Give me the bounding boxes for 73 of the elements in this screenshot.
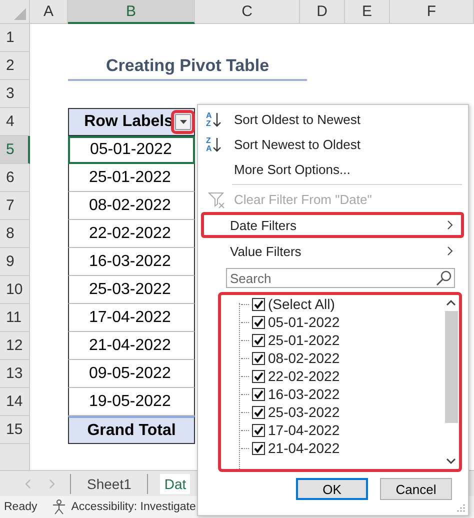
triangle-icon	[14, 8, 26, 20]
checkbox-label[interactable]: (Select All)	[268, 296, 335, 312]
row-header[interactable]: 7	[0, 192, 30, 220]
table-cell: 21-04-2022	[68, 332, 195, 360]
column-header[interactable]: C	[195, 0, 300, 24]
sheet-title: Creating Pivot Table	[68, 53, 308, 81]
column-header[interactable]: D	[300, 0, 345, 24]
row-header[interactable]: 10	[0, 276, 30, 304]
row-header[interactable]: 5	[0, 136, 30, 164]
search-field[interactable]: Search	[226, 268, 455, 288]
column-header[interactable]: E	[345, 0, 390, 24]
checkbox[interactable]	[252, 298, 265, 310]
grand-total-cell: Grand Total	[68, 416, 195, 444]
checkbox[interactable]	[252, 334, 265, 346]
column-label: Row Labels	[84, 113, 173, 131]
checkbox-label[interactable]: 25-01-2022	[268, 332, 340, 348]
row-header[interactable]: 11	[0, 304, 30, 332]
checkbox-label[interactable]: 21-04-2022	[268, 440, 340, 456]
checkbox-label[interactable]: 17-04-2022	[268, 422, 340, 438]
table-cell: 05-01-2022	[68, 136, 195, 164]
sheet-tab[interactable]: Dat	[160, 474, 190, 494]
scroll-down-icon[interactable]	[446, 457, 456, 465]
row-header[interactable]: 8	[0, 220, 30, 248]
search-icon	[436, 270, 452, 286]
row-header[interactable]: 13	[0, 360, 30, 388]
checkbox[interactable]	[252, 388, 265, 400]
menu-item[interactable]: More Sort Options...	[198, 157, 468, 182]
checkbox-label[interactable]: 05-01-2022	[268, 314, 340, 330]
chevron-right-icon	[447, 220, 453, 230]
status-text: Ready	[4, 501, 38, 513]
row-header[interactable]: 2	[0, 52, 30, 80]
row-header[interactable]: 1	[0, 24, 30, 52]
submenu-item[interactable]: Date Filters	[201, 212, 464, 238]
table-cell: 25-01-2022	[68, 164, 195, 192]
row-header[interactable]: 3	[0, 80, 30, 108]
submenu-item[interactable]: Value Filters	[201, 238, 464, 264]
dialog-button[interactable]: Cancel	[380, 478, 452, 500]
row-header[interactable]: 12	[0, 332, 30, 360]
checkbox[interactable]	[252, 352, 265, 364]
table-cell: 16-03-2022	[68, 248, 195, 276]
accessibility-icon[interactable]	[51, 499, 68, 515]
row-header[interactable]: 14	[0, 388, 30, 416]
row-header[interactable]: 9	[0, 248, 30, 276]
table-cell: 22-02-2022	[68, 220, 195, 248]
dialog-button[interactable]: OK	[296, 478, 368, 500]
caret-icon	[180, 120, 186, 124]
checkbox-label[interactable]: 22-02-2022	[268, 368, 340, 384]
row-header[interactable]: 6	[0, 164, 30, 192]
column-header[interactable]: A	[30, 0, 68, 24]
checkbox[interactable]	[252, 442, 265, 454]
table-cell: 08-02-2022	[68, 192, 195, 220]
checkbox-label[interactable]: 08-02-2022	[268, 350, 340, 366]
scroll-up-icon[interactable]	[446, 299, 456, 307]
column-header[interactable]: F	[390, 0, 474, 24]
row-header[interactable]: 15	[0, 416, 30, 444]
scrollbar-thumb[interactable]	[444, 311, 458, 423]
checkbox[interactable]	[252, 370, 265, 382]
sheet-tab[interactable]: Sheet1	[83, 474, 136, 494]
table-cell: 17-04-2022	[68, 304, 195, 332]
checkbox[interactable]	[252, 424, 265, 436]
chevron-right-icon	[447, 246, 453, 256]
menu-item[interactable]: Z A Sort Newest to Oldest	[198, 132, 468, 157]
checkbox[interactable]	[252, 406, 265, 418]
checkbox-label[interactable]: 25-03-2022	[268, 404, 340, 420]
checkbox[interactable]	[252, 316, 265, 328]
menu-item[interactable]: A Z Sort Oldest to Newest	[198, 107, 468, 132]
resize-grip-icon[interactable]	[457, 504, 465, 512]
table-cell: 09-05-2022	[68, 360, 195, 388]
column-header[interactable]: B	[68, 0, 195, 24]
checkbox-label[interactable]: 16-03-2022	[268, 386, 340, 402]
accessibility-status[interactable]: Accessibility: Investigate	[71, 501, 196, 513]
table-cell: 25-03-2022	[68, 276, 195, 304]
row-header[interactable]: 4	[0, 108, 30, 136]
